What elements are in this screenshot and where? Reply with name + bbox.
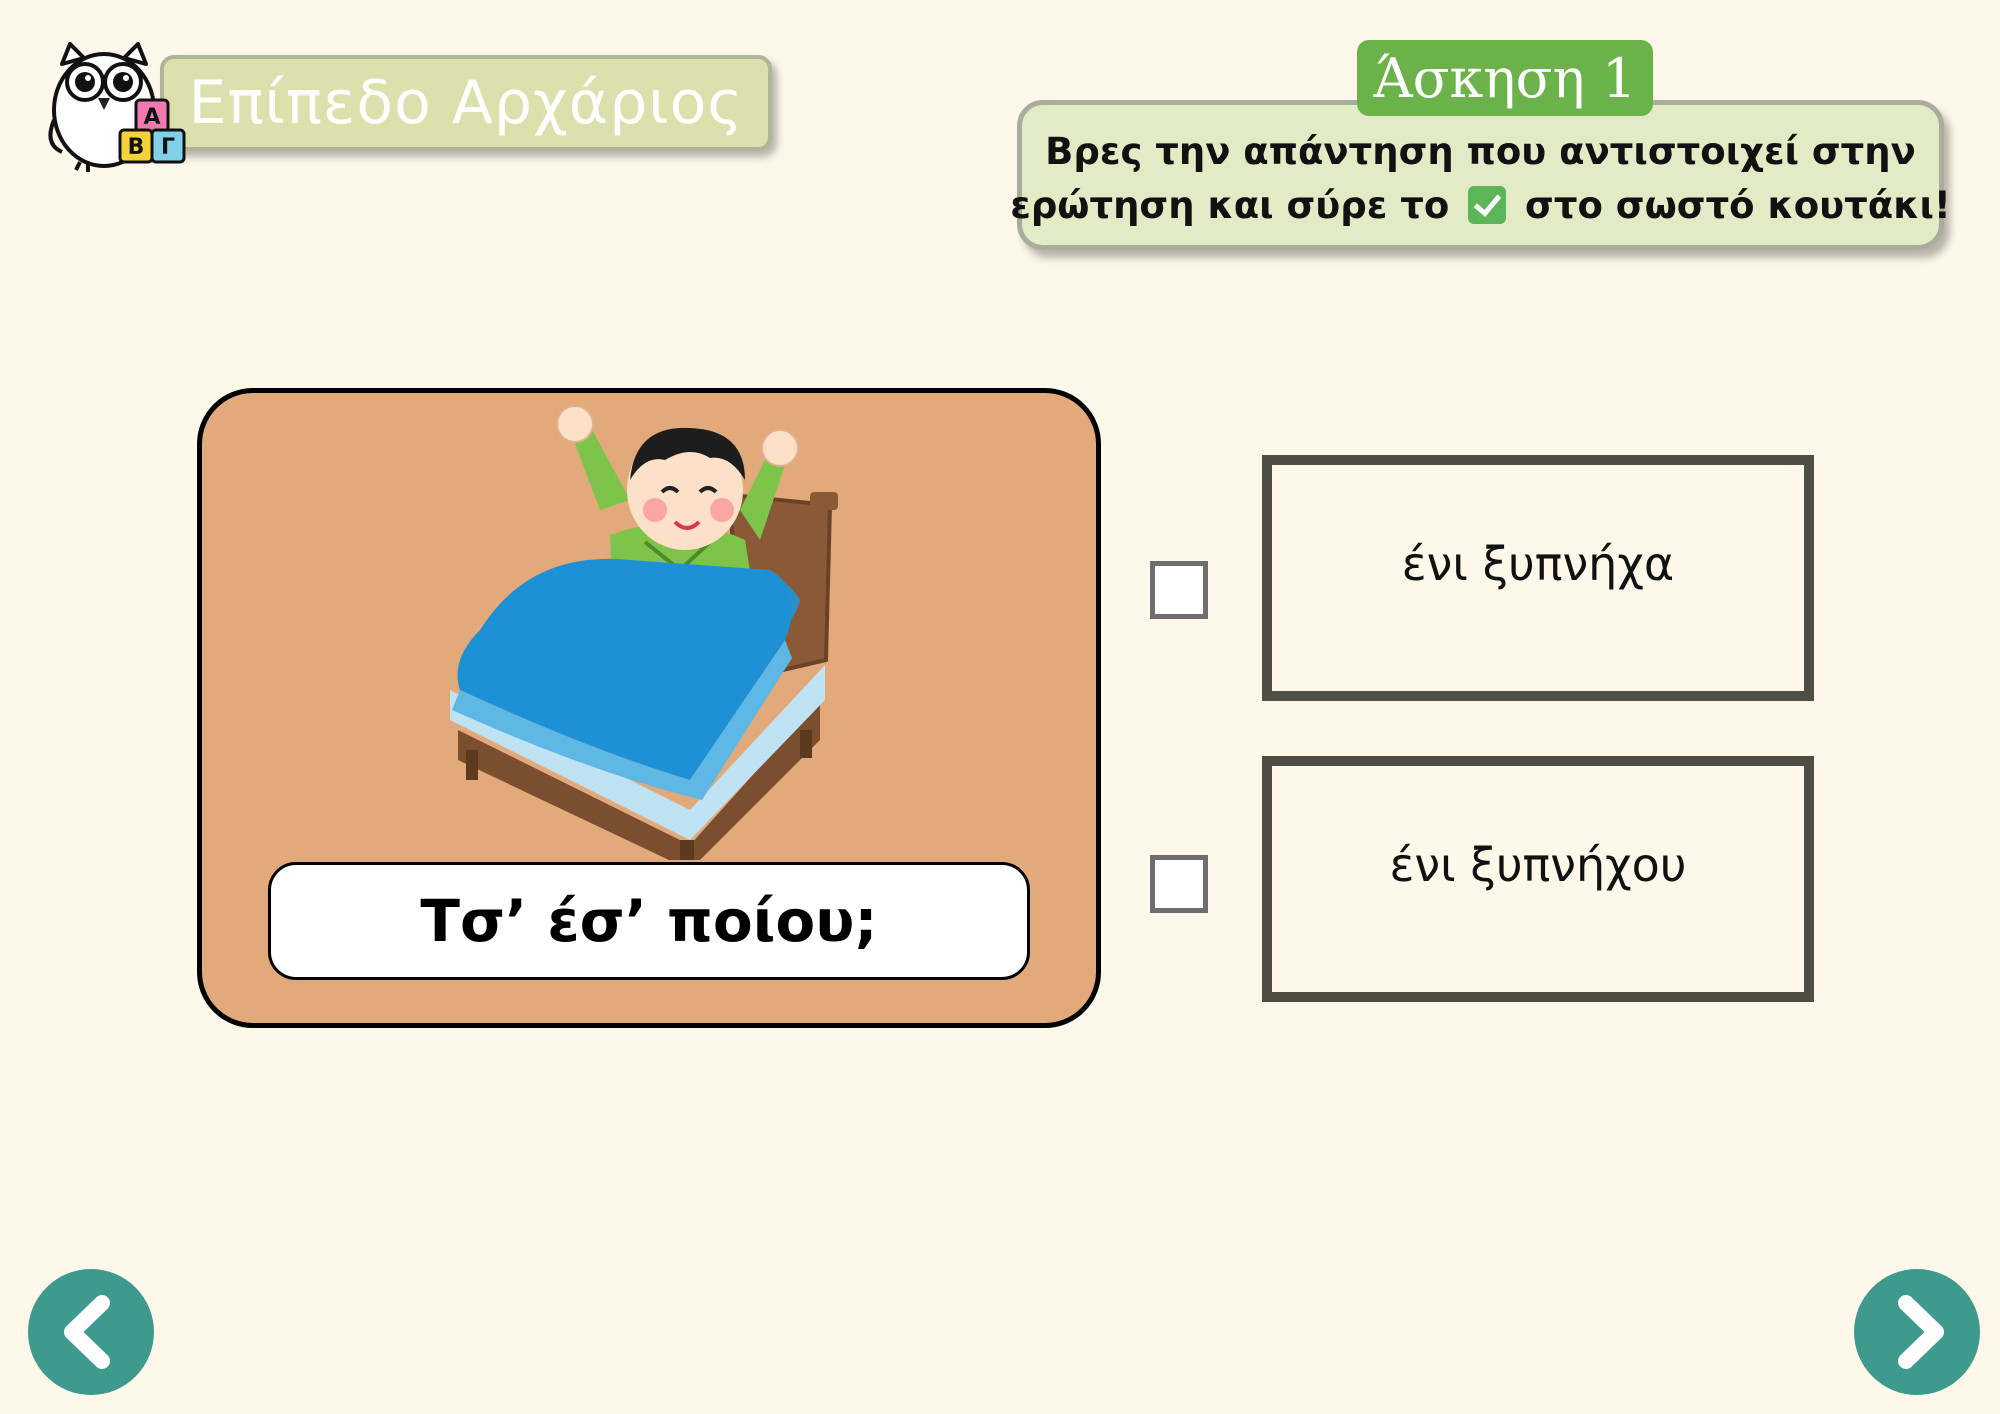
- chevron-right-icon: [1898, 1295, 1944, 1369]
- svg-text:Β: Β: [128, 135, 145, 160]
- answer-label-2: ένι ξυπνήχου: [1389, 838, 1687, 892]
- answer-checkbox-2[interactable]: [1150, 855, 1208, 913]
- answer-checkbox-1[interactable]: [1150, 561, 1208, 619]
- previous-button[interactable]: [28, 1269, 154, 1395]
- next-button[interactable]: [1854, 1269, 1980, 1395]
- instruction-line-2-end: στο σωστό κουτάκι!: [1525, 184, 1951, 227]
- instruction-box: Βρες την απάντηση που αντιστοιχεί στην ε…: [1010, 100, 1951, 250]
- svg-text:Γ: Γ: [161, 135, 175, 160]
- checkmark-icon: [1468, 186, 1507, 224]
- answer-box-1[interactable]: ένι ξυπνήχα: [1262, 455, 1814, 701]
- answer-label-1: ένι ξυπνήχα: [1401, 537, 1675, 591]
- answer-box-2[interactable]: ένι ξυπνήχου: [1262, 756, 1814, 1002]
- exercise-title: Άσκηση 1: [1373, 46, 1637, 110]
- question-box: Τσ’ έσ’ ποίου;: [268, 862, 1030, 980]
- question-text: Τσ’ έσ’ ποίου;: [420, 887, 878, 955]
- exercise-tab: Άσκηση 1: [1357, 40, 1653, 116]
- boy-waking-up-illustration: [450, 405, 838, 860]
- instruction-line-2: ερώτηση και σύρε το στο σωστό κουτάκι!: [1010, 179, 1951, 233]
- owl-logo: Α Β Γ: [48, 42, 186, 172]
- svg-text:Α: Α: [143, 105, 160, 130]
- instruction-line-2-start: ερώτηση και σύρε το: [1010, 184, 1450, 227]
- level-label: Επίπεδο Αρχάριος: [188, 68, 744, 138]
- level-banner: Επίπεδο Αρχάριος: [160, 55, 772, 151]
- chevron-left-icon: [64, 1295, 110, 1369]
- instruction-line-1: Βρες την απάντηση που αντιστοιχεί στην: [1045, 130, 1916, 173]
